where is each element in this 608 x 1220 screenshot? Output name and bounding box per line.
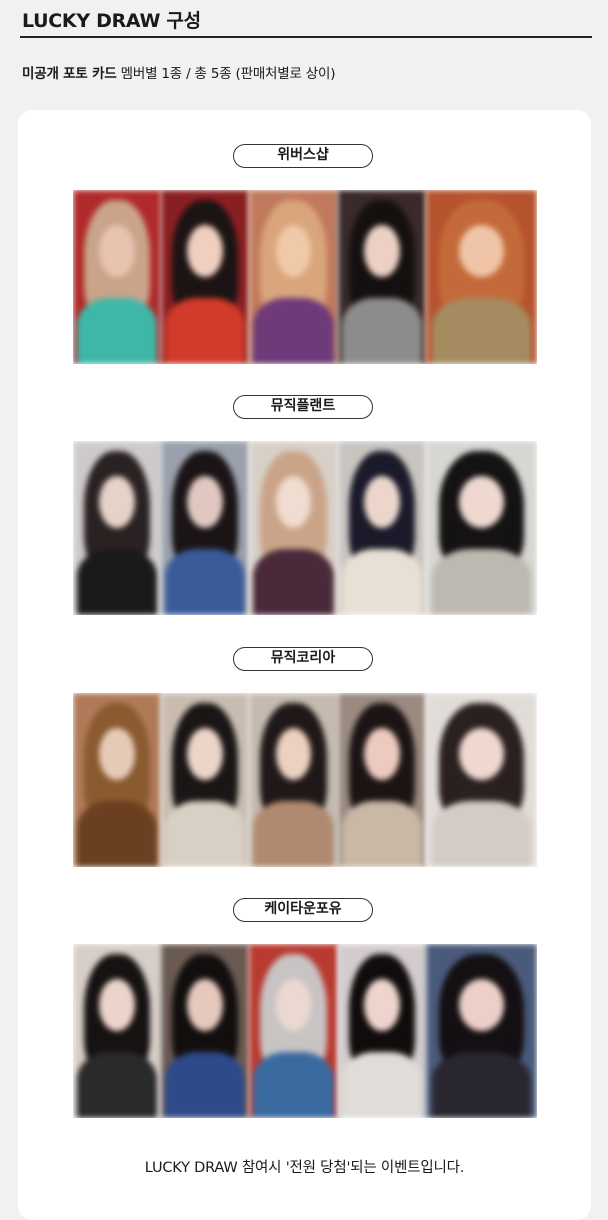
member-photo: [249, 693, 338, 867]
section-label: 케이타운포유: [233, 898, 373, 922]
member-photo: [161, 190, 249, 364]
member-photo: [249, 441, 338, 615]
member-photo: [338, 190, 426, 364]
content-card: 위버스샵 뮤직플랜트 뮤직코리아 케이타운포유 LUCKY DRAW 참여시 '…: [18, 110, 591, 1220]
member-photo: [73, 944, 161, 1118]
section-label: 뮤직코리아: [233, 647, 373, 671]
photo-row: [73, 441, 537, 615]
member-photo: [73, 190, 161, 364]
member-photo: [73, 441, 161, 615]
member-photo: [338, 441, 426, 615]
member-photo: [73, 693, 161, 867]
photo-row: [73, 190, 537, 364]
member-photo: [161, 944, 249, 1118]
member-photo: [426, 693, 537, 867]
member-photo: [338, 944, 426, 1118]
member-photo: [338, 693, 426, 867]
photo-row: [73, 693, 537, 867]
photo-row: [73, 944, 537, 1118]
subtitle: 미공개 포토 카드 멤버별 1종 / 총 5종 (판매처별로 상이): [22, 62, 336, 82]
member-photo: [249, 944, 338, 1118]
member-photo: [161, 441, 249, 615]
member-photo: [249, 190, 338, 364]
member-photo: [161, 693, 249, 867]
member-photo: [426, 441, 537, 615]
page-title: LUCKY DRAW 구성: [22, 10, 201, 32]
subtitle-bold: 미공개 포토 카드: [22, 66, 117, 82]
member-photo: [426, 190, 537, 364]
footer-note: LUCKY DRAW 참여시 '전원 당첨'되는 이벤트입니다.: [144, 1160, 465, 1176]
section-label: 뮤직플랜트: [233, 395, 373, 419]
section-label: 위버스샵: [233, 144, 373, 168]
header: LUCKY DRAW 구성: [20, 4, 592, 38]
member-photo: [426, 944, 537, 1118]
subtitle-rest: 멤버별 1종 / 총 5종 (판매처별로 상이): [116, 66, 336, 82]
